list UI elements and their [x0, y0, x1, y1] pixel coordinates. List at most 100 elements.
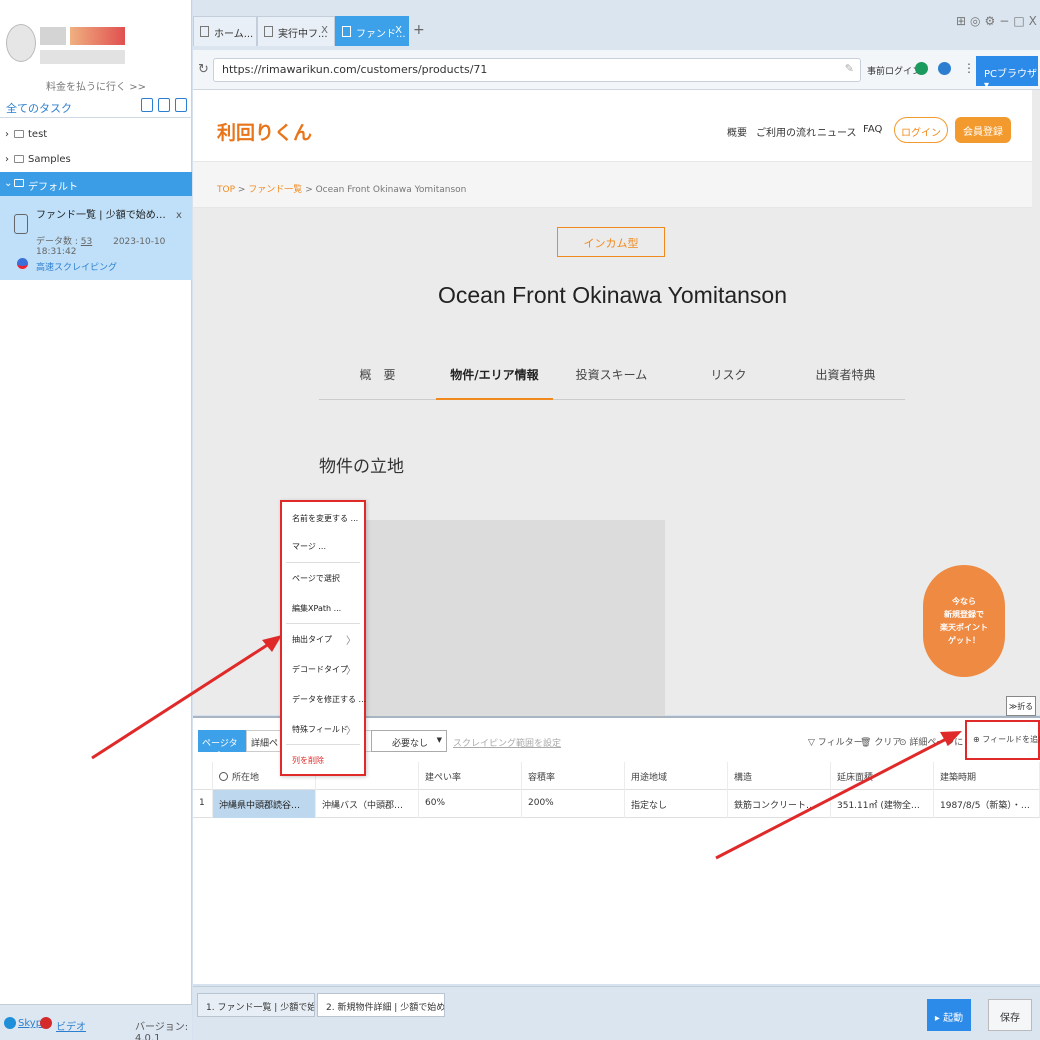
column-header[interactable]: 建ぺい率 — [419, 762, 522, 790]
nav-overview[interactable]: 概要 — [727, 124, 747, 139]
run-button[interactable]: ▸ 起動 — [927, 999, 971, 1031]
tab-home[interactable]: ホーム... — [193, 16, 257, 46]
column-header[interactable]: 延床面積 — [831, 762, 934, 790]
grid-cell[interactable]: 1987/8/5（新築）・1990/12/6... — [934, 790, 1040, 818]
menu-decode-type[interactable]: デコードタイプ〉 — [282, 655, 364, 683]
folder-samples[interactable]: › Samples — [0, 148, 192, 172]
trash-icon: 🗑 — [860, 738, 872, 748]
tab-running[interactable]: 実行中フ... X — [257, 16, 335, 46]
login-button[interactable]: ログイン — [894, 117, 948, 143]
save-button[interactable]: 保存 — [988, 999, 1032, 1031]
extension-icon[interactable] — [938, 62, 951, 75]
chevron-right-icon: › — [5, 154, 9, 165]
nav-faq[interactable]: FAQ — [863, 124, 882, 135]
scrape-mode: 高速スクレイピング — [36, 263, 118, 273]
browser-mode-button[interactable]: PCブラウザ ▾ — [976, 56, 1038, 91]
register-button[interactable]: 会員登録 — [955, 117, 1011, 143]
column-header[interactable]: 容積率 — [522, 762, 625, 790]
tab-scheme[interactable]: 投資スキーム — [553, 366, 670, 383]
grid-cell[interactable]: 沖縄県中頭郡読谷村字長浜71-1 — [213, 790, 316, 818]
extension-icon[interactable] — [915, 62, 928, 75]
reload-icon[interactable]: ↻ — [198, 62, 209, 77]
tab-fund[interactable]: ファンド... X — [335, 16, 409, 46]
tab-risk[interactable]: リスク — [670, 366, 787, 383]
tab-property[interactable]: 物件/エリア情報 — [436, 366, 553, 400]
menu-rename[interactable]: 名前を変更する ... — [282, 504, 364, 532]
bottom-tab-1[interactable]: 1. ファンド一覧 | 少額で始める不... — [197, 993, 315, 1017]
menu-special-field[interactable]: 特殊フィールド〉 — [282, 715, 364, 743]
folder-test[interactable]: › test — [0, 123, 192, 147]
export-icon[interactable] — [175, 98, 187, 112]
page-icon — [342, 26, 351, 37]
bottom-tab-2[interactable]: 2. 新規物件詳細 | 少額で始める不...× — [317, 993, 445, 1017]
menu-delete-column[interactable]: 列を削除 — [282, 746, 364, 774]
link-icon: ⊙ — [899, 738, 907, 748]
user-info-blurred — [40, 50, 125, 64]
pagination-select[interactable]: 必要なし ▼ — [371, 730, 447, 752]
fold-button[interactable]: ≫折る — [1006, 696, 1036, 716]
fund-type-badge: インカム型 — [557, 227, 665, 257]
task-item[interactable]: ファンド一覧 | 少額で始める不動産クラウ... x データ数 : 53 202… — [0, 196, 192, 280]
column-header[interactable]: 建築時期 — [934, 762, 1040, 790]
grid-cell[interactable]: 200% — [522, 790, 625, 818]
nav-flow[interactable]: ご利用の流れ — [756, 124, 816, 139]
new-tab-icon[interactable]: + — [413, 22, 425, 38]
grid-cell[interactable]: 鉄筋コンクリートブロック造陸... — [728, 790, 831, 818]
menu-edit-xpath[interactable]: 編集XPath ... — [282, 594, 364, 622]
breadcrumb-top[interactable]: TOP — [217, 185, 235, 195]
browser-tabbar: ホーム... 実行中フ... X ファンド... X + ⊞◎⚙−□X — [193, 0, 1040, 50]
column-header[interactable]: 用途地域 — [625, 762, 728, 790]
grid-cell[interactable]: 沖縄バス（中頭郡）「長浜」... — [316, 790, 419, 818]
video-link[interactable]: ビデオ — [56, 1018, 86, 1033]
tasks-header: 全てのタスク — [0, 96, 192, 118]
add-field-button[interactable]: ⊕ フィールドを追加 — [965, 720, 1040, 760]
import-icon[interactable] — [141, 98, 153, 112]
version-label: バージョン: 4.0.1 — [135, 1022, 189, 1040]
menu-modify-data[interactable]: データを修正する ... — [282, 685, 366, 713]
new-task-icon[interactable] — [158, 98, 170, 112]
grid-cell[interactable]: 指定なし — [625, 790, 728, 818]
page-icon — [264, 26, 273, 37]
plus-circle-icon: ⊕ — [973, 735, 980, 744]
content-tabs: 概 要 物件/エリア情報 投資スキーム リスク 出資者特典 — [319, 352, 905, 400]
pay-link[interactable]: 料金を払うに行く >> — [0, 78, 192, 93]
close-icon[interactable]: X — [321, 25, 328, 36]
nav-news[interactable]: ニュース — [817, 124, 857, 139]
data-count[interactable]: 53 — [81, 237, 92, 247]
speed-icon — [17, 258, 28, 269]
section-title: 物件の立地 — [319, 457, 404, 477]
filter-icon: ▽ — [808, 738, 815, 748]
menu-extract-type[interactable]: 抽出タイプ〉 — [282, 625, 364, 653]
tab-benefits[interactable]: 出資者特典 — [787, 366, 904, 383]
menu-merge[interactable]: マージ ... — [282, 532, 364, 560]
page-title: Ocean Front Okinawa Yomitanson — [437, 282, 788, 308]
column-context-menu: 名前を変更する ... マージ ... ページで選択 編集XPath ... 抽… — [280, 500, 366, 776]
edit-icon[interactable]: ✎ — [845, 62, 854, 75]
user-avatar[interactable] — [6, 24, 36, 62]
breadcrumb-list[interactable]: ファンド一覧 — [248, 185, 302, 195]
pre-login-button[interactable]: 事前ログイン — [867, 64, 921, 77]
close-icon[interactable]: X — [395, 25, 402, 36]
home-icon — [200, 26, 209, 37]
more-icon[interactable]: ⋮ — [963, 61, 975, 75]
table-row: 1 沖縄県中頭郡読谷村字長浜71-1 沖縄バス（中頭郡）「長浜」... 60% … — [193, 790, 1040, 818]
clear-button[interactable]: 🗑 クリア — [860, 735, 901, 748]
window-controls[interactable]: ⊞◎⚙−□X — [956, 14, 1040, 28]
menu-select-on-page[interactable]: ページで選択 — [282, 564, 364, 592]
tab-overview[interactable]: 概 要 — [319, 366, 436, 383]
promo-bubble[interactable]: 今なら 新規登録で 楽天ポイント ゲット！ — [923, 565, 1005, 677]
filter-button[interactable]: ▽ フィルター — [808, 735, 863, 748]
url-input[interactable]: https://rimawarikun.com/customers/produc… — [213, 58, 861, 82]
all-tasks-label[interactable]: 全てのタスク — [6, 100, 72, 116]
chevron-down-icon: ⌄ — [4, 178, 13, 189]
column-header[interactable]: 構造 — [728, 762, 831, 790]
site-logo[interactable]: 利回りくん — [217, 118, 312, 145]
close-icon[interactable]: x — [176, 210, 182, 221]
detail-page-button[interactable]: ⊙ 詳細ページに行く — [899, 735, 963, 748]
grid-cell[interactable]: 60% — [419, 790, 522, 818]
chevron-down-icon: ▼ — [436, 736, 442, 744]
grid-cell[interactable]: 351.11㎡ (建物全体の延べ床面積) — [831, 790, 934, 818]
scrape-range-link[interactable]: スクレイピング範囲を設定 — [453, 736, 561, 749]
folder-default[interactable]: ⌄ デフォルト — [0, 172, 192, 196]
bottom-tabbar: 1. ファンド一覧 | 少額で始める不... 2. 新規物件詳細 | 少額で始め… — [193, 986, 1040, 1040]
